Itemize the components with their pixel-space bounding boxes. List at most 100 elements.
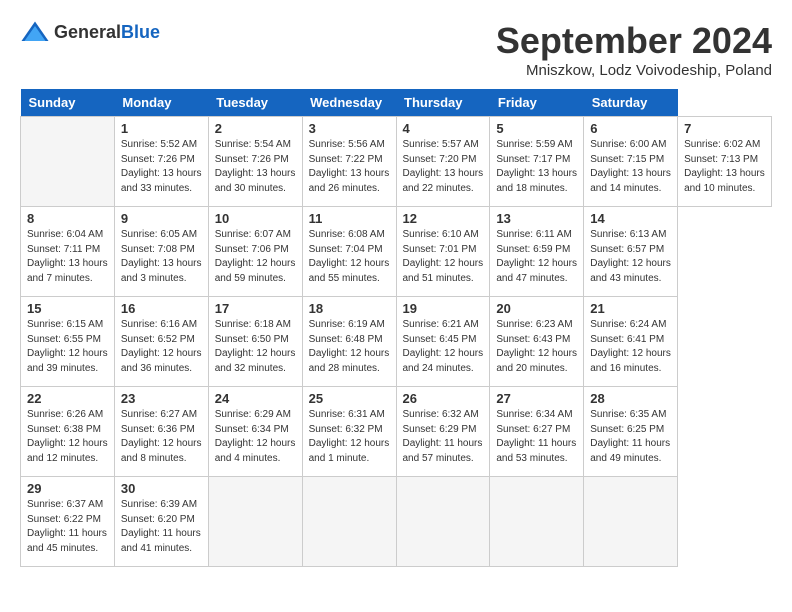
page-header: GeneralBlue September 2024 Mniszkow, Lod…	[20, 20, 772, 79]
day-info: Sunrise: 6:16 AMSunset: 6:52 PMDaylight:…	[121, 318, 202, 376]
day-cell-9: 9 Sunrise: 6:05 AMSunset: 7:08 PMDaylight…	[114, 207, 208, 297]
logo-icon	[20, 20, 50, 44]
day-info: Sunrise: 6:26 AMSunset: 6:38 PMDaylight:…	[27, 408, 108, 466]
logo-wordmark: GeneralBlue	[54, 22, 160, 43]
logo-general: General	[54, 22, 121, 42]
day-number: 7	[684, 121, 765, 136]
empty-cell	[302, 477, 396, 567]
day-cell-10: 10Sunrise: 6:07 AMSunset: 7:06 PMDayligh…	[208, 207, 302, 297]
day-cell-30: 30 Sunrise: 6:39 AMSunset: 6:20 PMDayligh…	[114, 477, 208, 567]
day-info: Sunrise: 6:24 AMSunset: 6:41 PMDaylight:…	[590, 318, 671, 376]
day-number: 5	[496, 121, 577, 136]
day-cell-26: 26Sunrise: 6:32 AMSunset: 6:29 PMDayligh…	[396, 387, 490, 477]
day-number: 25	[309, 391, 390, 406]
day-info: Sunrise: 6:34 AMSunset: 6:27 PMDaylight:…	[496, 408, 577, 466]
weekday-wednesday: Wednesday	[302, 89, 396, 117]
day-cell-12: 12 Sunrise: 6:10 AMSunset: 7:01 PMDayligh…	[396, 207, 490, 297]
day-number: 3	[309, 121, 390, 136]
day-cell-22: 22 Sunrise: 6:26 AMSunset: 6:38 PMDayligh…	[21, 387, 115, 477]
day-number: 21	[590, 301, 671, 316]
calendar-week-2: 15Sunrise: 6:15 AMSunset: 6:55 PMDayligh…	[21, 297, 772, 387]
day-number: 30	[121, 481, 202, 496]
calendar-table: SundayMondayTuesdayWednesdayThursdayFrid…	[20, 89, 772, 567]
day-info: Sunrise: 6:02 AMSunset: 7:13 PMDaylight:…	[684, 138, 765, 196]
day-info: Sunrise: 5:56 AMSunset: 7:22 PMDaylight:…	[309, 138, 390, 196]
day-info: Sunrise: 5:52 AMSunset: 7:26 PMDaylight:…	[121, 138, 202, 196]
day-number: 20	[496, 301, 577, 316]
title-section: September 2024 Mniszkow, Lodz Voivodeshi…	[496, 20, 772, 79]
logo: GeneralBlue	[20, 20, 160, 44]
day-info: Sunrise: 6:31 AMSunset: 6:32 PMDaylight:…	[309, 408, 390, 466]
day-number: 8	[27, 211, 108, 226]
empty-cell	[21, 117, 115, 207]
day-info: Sunrise: 6:11 AMSunset: 6:59 PMDaylight:…	[496, 228, 577, 286]
day-cell-8: 8 Sunrise: 6:04 AMSunset: 7:11 PMDaylight…	[21, 207, 115, 297]
day-number: 9	[121, 211, 202, 226]
day-cell-13: 13 Sunrise: 6:11 AMSunset: 6:59 PMDayligh…	[490, 207, 584, 297]
logo-blue: Blue	[121, 22, 160, 42]
day-cell-29: 29 Sunrise: 6:37 AMSunset: 6:22 PMDayligh…	[21, 477, 115, 567]
day-number: 6	[590, 121, 671, 136]
day-info: Sunrise: 6:27 AMSunset: 6:36 PMDaylight:…	[121, 408, 202, 466]
day-info: Sunrise: 6:08 AMSunset: 7:04 PMDaylight:…	[309, 228, 390, 286]
empty-cell	[396, 477, 490, 567]
day-cell-2: 2Sunrise: 5:54 AMSunset: 7:26 PMDaylight…	[208, 117, 302, 207]
day-info: Sunrise: 6:32 AMSunset: 6:29 PMDaylight:…	[403, 408, 484, 466]
day-info: Sunrise: 5:57 AMSunset: 7:20 PMDaylight:…	[403, 138, 484, 196]
day-cell-1: 1 Sunrise: 5:52 AMSunset: 7:26 PMDaylight…	[114, 117, 208, 207]
empty-cell	[584, 477, 678, 567]
weekday-header-row: SundayMondayTuesdayWednesdayThursdayFrid…	[21, 89, 772, 117]
day-number: 4	[403, 121, 484, 136]
day-number: 23	[121, 391, 202, 406]
day-cell-15: 15Sunrise: 6:15 AMSunset: 6:55 PMDayligh…	[21, 297, 115, 387]
day-info: Sunrise: 6:10 AMSunset: 7:01 PMDaylight:…	[403, 228, 484, 286]
day-number: 16	[121, 301, 202, 316]
day-number: 29	[27, 481, 108, 496]
day-cell-18: 18 Sunrise: 6:19 AMSunset: 6:48 PMDayligh…	[302, 297, 396, 387]
weekday-friday: Friday	[490, 89, 584, 117]
day-cell-21: 21 Sunrise: 6:24 AMSunset: 6:41 PMDayligh…	[584, 297, 678, 387]
day-number: 10	[215, 211, 296, 226]
day-number: 22	[27, 391, 108, 406]
day-cell-27: 27Sunrise: 6:34 AMSunset: 6:27 PMDayligh…	[490, 387, 584, 477]
day-number: 18	[309, 301, 390, 316]
calendar-week-4: 29 Sunrise: 6:37 AMSunset: 6:22 PMDayligh…	[21, 477, 772, 567]
day-cell-20: 20 Sunrise: 6:23 AMSunset: 6:43 PMDayligh…	[490, 297, 584, 387]
day-cell-6: 6 Sunrise: 6:00 AMSunset: 7:15 PMDaylight…	[584, 117, 678, 207]
empty-cell	[490, 477, 584, 567]
day-info: Sunrise: 5:59 AMSunset: 7:17 PMDaylight:…	[496, 138, 577, 196]
day-info: Sunrise: 6:05 AMSunset: 7:08 PMDaylight:…	[121, 228, 202, 286]
day-number: 24	[215, 391, 296, 406]
month-title: September 2024	[496, 20, 772, 62]
day-info: Sunrise: 6:19 AMSunset: 6:48 PMDaylight:…	[309, 318, 390, 376]
day-info: Sunrise: 6:23 AMSunset: 6:43 PMDaylight:…	[496, 318, 577, 376]
weekday-saturday: Saturday	[584, 89, 678, 117]
day-number: 1	[121, 121, 202, 136]
day-number: 19	[403, 301, 484, 316]
day-number: 11	[309, 211, 390, 226]
day-info: Sunrise: 6:00 AMSunset: 7:15 PMDaylight:…	[590, 138, 671, 196]
day-number: 13	[496, 211, 577, 226]
location: Mniszkow, Lodz Voivodeship, Poland	[496, 62, 772, 79]
calendar-week-3: 22 Sunrise: 6:26 AMSunset: 6:38 PMDayligh…	[21, 387, 772, 477]
weekday-thursday: Thursday	[396, 89, 490, 117]
day-info: Sunrise: 6:13 AMSunset: 6:57 PMDaylight:…	[590, 228, 671, 286]
day-cell-11: 11 Sunrise: 6:08 AMSunset: 7:04 PMDayligh…	[302, 207, 396, 297]
day-info: Sunrise: 6:39 AMSunset: 6:20 PMDaylight:…	[121, 498, 202, 556]
day-cell-4: 4 Sunrise: 5:57 AMSunset: 7:20 PMDaylight…	[396, 117, 490, 207]
weekday-monday: Monday	[114, 89, 208, 117]
day-number: 12	[403, 211, 484, 226]
day-info: Sunrise: 6:18 AMSunset: 6:50 PMDaylight:…	[215, 318, 296, 376]
weekday-tuesday: Tuesday	[208, 89, 302, 117]
calendar-week-0: 1 Sunrise: 5:52 AMSunset: 7:26 PMDaylight…	[21, 117, 772, 207]
calendar-week-1: 8 Sunrise: 6:04 AMSunset: 7:11 PMDaylight…	[21, 207, 772, 297]
day-info: Sunrise: 6:29 AMSunset: 6:34 PMDaylight:…	[215, 408, 296, 466]
day-cell-25: 25 Sunrise: 6:31 AMSunset: 6:32 PMDayligh…	[302, 387, 396, 477]
day-cell-16: 16 Sunrise: 6:16 AMSunset: 6:52 PMDayligh…	[114, 297, 208, 387]
day-info: Sunrise: 6:04 AMSunset: 7:11 PMDaylight:…	[27, 228, 108, 286]
day-cell-5: 5 Sunrise: 5:59 AMSunset: 7:17 PMDaylight…	[490, 117, 584, 207]
day-info: Sunrise: 6:37 AMSunset: 6:22 PMDaylight:…	[27, 498, 108, 556]
day-number: 2	[215, 121, 296, 136]
day-cell-24: 24 Sunrise: 6:29 AMSunset: 6:34 PMDayligh…	[208, 387, 302, 477]
day-info: Sunrise: 6:15 AMSunset: 6:55 PMDaylight:…	[27, 318, 108, 376]
